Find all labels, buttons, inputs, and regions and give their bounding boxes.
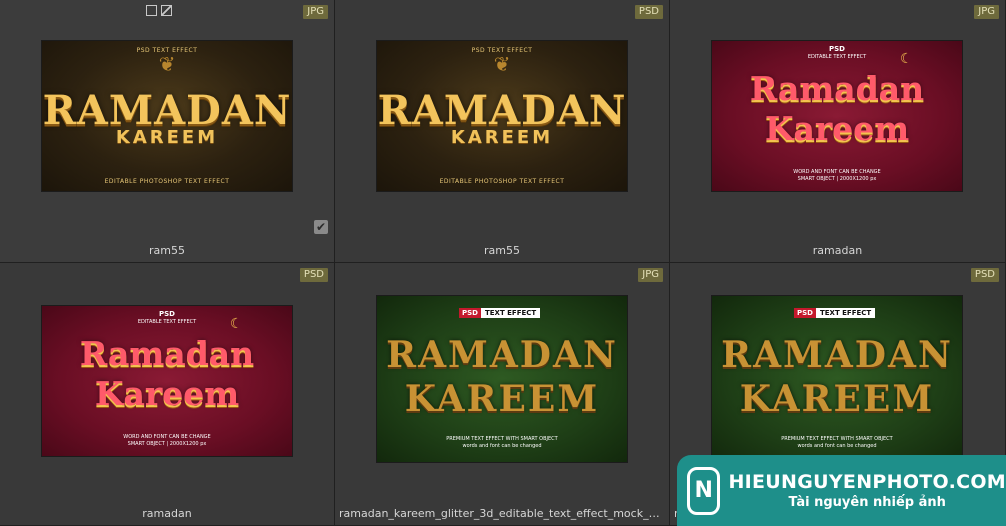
- watermark-text: HIEUNGUYENPHOTO.COM Tài nguyên nhiếp ảnh: [728, 471, 1006, 510]
- file-type-badge: PSD: [970, 268, 999, 282]
- thumbnail-image[interactable]: PSD EDITABLE TEXT EFFECT ☾ Ramadan Karee…: [712, 41, 962, 191]
- art-footer: WORD AND FONT CAN BE CHANGE SMART OBJECT…: [42, 434, 292, 448]
- brand-logo-icon: N: [687, 466, 721, 515]
- file-type-badge: JPG: [303, 5, 328, 19]
- art-line1: RAMADAN: [721, 334, 953, 376]
- art-foot2: words and font can be changed: [797, 443, 877, 449]
- art-tag: PSD TEXT EFFECT: [794, 308, 876, 318]
- thumbnail-image[interactable]: PSD TEXT EFFECT ❦ RAMADAN KAREEM EDITABL…: [42, 41, 292, 191]
- thumbnail-image[interactable]: PSD TEXT EFFECT ❦ RAMADAN KAREEM EDITABL…: [377, 41, 627, 191]
- file-name: ramadan: [812, 244, 863, 257]
- art-foot2: SMART OBJECT | 2000X1200 px: [797, 176, 877, 182]
- square-icon[interactable]: [146, 5, 157, 16]
- thumbnail-cell[interactable]: PSD PSD EDITABLE TEXT EFFECT ☾ Ramadan K…: [0, 263, 335, 526]
- art-line2: Kareem: [764, 109, 910, 148]
- art-foot1: PREMIUM TEXT EFFECT WITH SMART OBJECT: [446, 436, 558, 442]
- art-footer: PREMIUM TEXT EFFECT WITH SMART OBJECT wo…: [377, 436, 627, 450]
- thumbnail-cell[interactable]: JPG PSD TEXT EFFECT ❦ RAMADAN KAREEM EDI…: [0, 0, 335, 263]
- art-edit-text: EDITABLE TEXT EFFECT: [137, 319, 197, 325]
- ornament-icon: ❦: [158, 52, 176, 76]
- watermark-title: HIEUNGUYENPHOTO.COM: [728, 471, 1006, 493]
- rotate-icon[interactable]: [161, 5, 172, 16]
- art-foot2: words and font can be changed: [462, 443, 542, 449]
- thumbnail-image[interactable]: PSD EDITABLE TEXT EFFECT ☾ Ramadan Karee…: [42, 306, 292, 456]
- art-line2: Kareem: [94, 374, 240, 413]
- art-line1: Ramadan: [749, 69, 925, 108]
- file-type-badge: PSD: [299, 268, 328, 282]
- file-name: ramadan: [142, 507, 192, 520]
- art-sub-text: KAREEM: [115, 127, 219, 148]
- art-foot1: WORD AND FONT CAN BE CHANGE: [123, 434, 211, 440]
- file-name: ram55: [149, 244, 185, 257]
- art-psd-text: PSD: [159, 310, 175, 318]
- file-type-badge: JPG: [638, 268, 663, 282]
- art-line2: KAREEM: [739, 378, 935, 420]
- art-text-effect-tag: TEXT EFFECT: [480, 308, 541, 318]
- art-bottom-text: EDITABLE PHOTOSHOP TEXT EFFECT: [104, 178, 230, 185]
- crescent-moon-icon: ☾: [230, 316, 243, 332]
- art-footer: PREMIUM TEXT EFFECT WITH SMART OBJECT wo…: [712, 436, 962, 450]
- art-text-effect-tag: TEXT EFFECT: [815, 308, 876, 318]
- art-tag: PSD TEXT EFFECT: [459, 308, 541, 318]
- file-name: ramadan_kareem_glitter_3d_editable_text_…: [339, 507, 669, 520]
- file-type-badge: PSD: [634, 5, 663, 19]
- art-foot1: WORD AND FONT CAN BE CHANGE: [793, 169, 881, 175]
- art-foot1: PREMIUM TEXT EFFECT WITH SMART OBJECT: [781, 436, 893, 442]
- file-type-badge: JPG: [974, 5, 999, 19]
- thumbnail-cell[interactable]: JPG PSD TEXT EFFECT RAMADAN KAREEM PREMI…: [335, 263, 670, 526]
- art-edit-text: EDITABLE TEXT EFFECT: [807, 54, 867, 60]
- art-line1: Ramadan: [79, 334, 255, 373]
- art-bottom-text: EDITABLE PHOTOSHOP TEXT EFFECT: [439, 178, 565, 185]
- thumbnail-image[interactable]: PSD TEXT EFFECT RAMADAN KAREEM PREMIUM T…: [377, 296, 627, 462]
- ornament-icon: ❦: [493, 52, 511, 76]
- thumbnail-grid: JPG PSD TEXT EFFECT ❦ RAMADAN KAREEM EDI…: [0, 0, 1006, 526]
- crescent-moon-icon: ☾: [900, 51, 913, 67]
- art-footer: WORD AND FONT CAN BE CHANGE SMART OBJECT…: [712, 169, 962, 183]
- thumbnail-image[interactable]: PSD TEXT EFFECT RAMADAN KAREEM PREMIUM T…: [712, 296, 962, 462]
- art-foot2: SMART OBJECT | 2000X1200 px: [127, 441, 207, 447]
- art-sub-text: KAREEM: [450, 127, 554, 148]
- thumbnail-cell[interactable]: PSD PSD TEXT EFFECT ❦ RAMADAN KAREEM EDI…: [335, 0, 670, 263]
- file-name: ram55: [484, 244, 520, 257]
- watermark-banner: N HIEUNGUYENPHOTO.COM Tài nguyên nhiếp ả…: [677, 455, 1006, 526]
- art-line2: KAREEM: [404, 378, 600, 420]
- art-psd-text: PSD: [829, 45, 845, 53]
- thumbnail-cell[interactable]: JPG PSD EDITABLE TEXT EFFECT ☾ Ramadan K…: [670, 0, 1006, 263]
- art-line1: RAMADAN: [386, 334, 618, 376]
- watermark-subtitle: Tài nguyên nhiếp ảnh: [788, 495, 946, 510]
- art-psd-tag: PSD: [459, 308, 481, 318]
- thumb-toolbar: [146, 5, 172, 16]
- check-icon[interactable]: ✔: [314, 220, 328, 234]
- art-psd-tag: PSD: [794, 308, 816, 318]
